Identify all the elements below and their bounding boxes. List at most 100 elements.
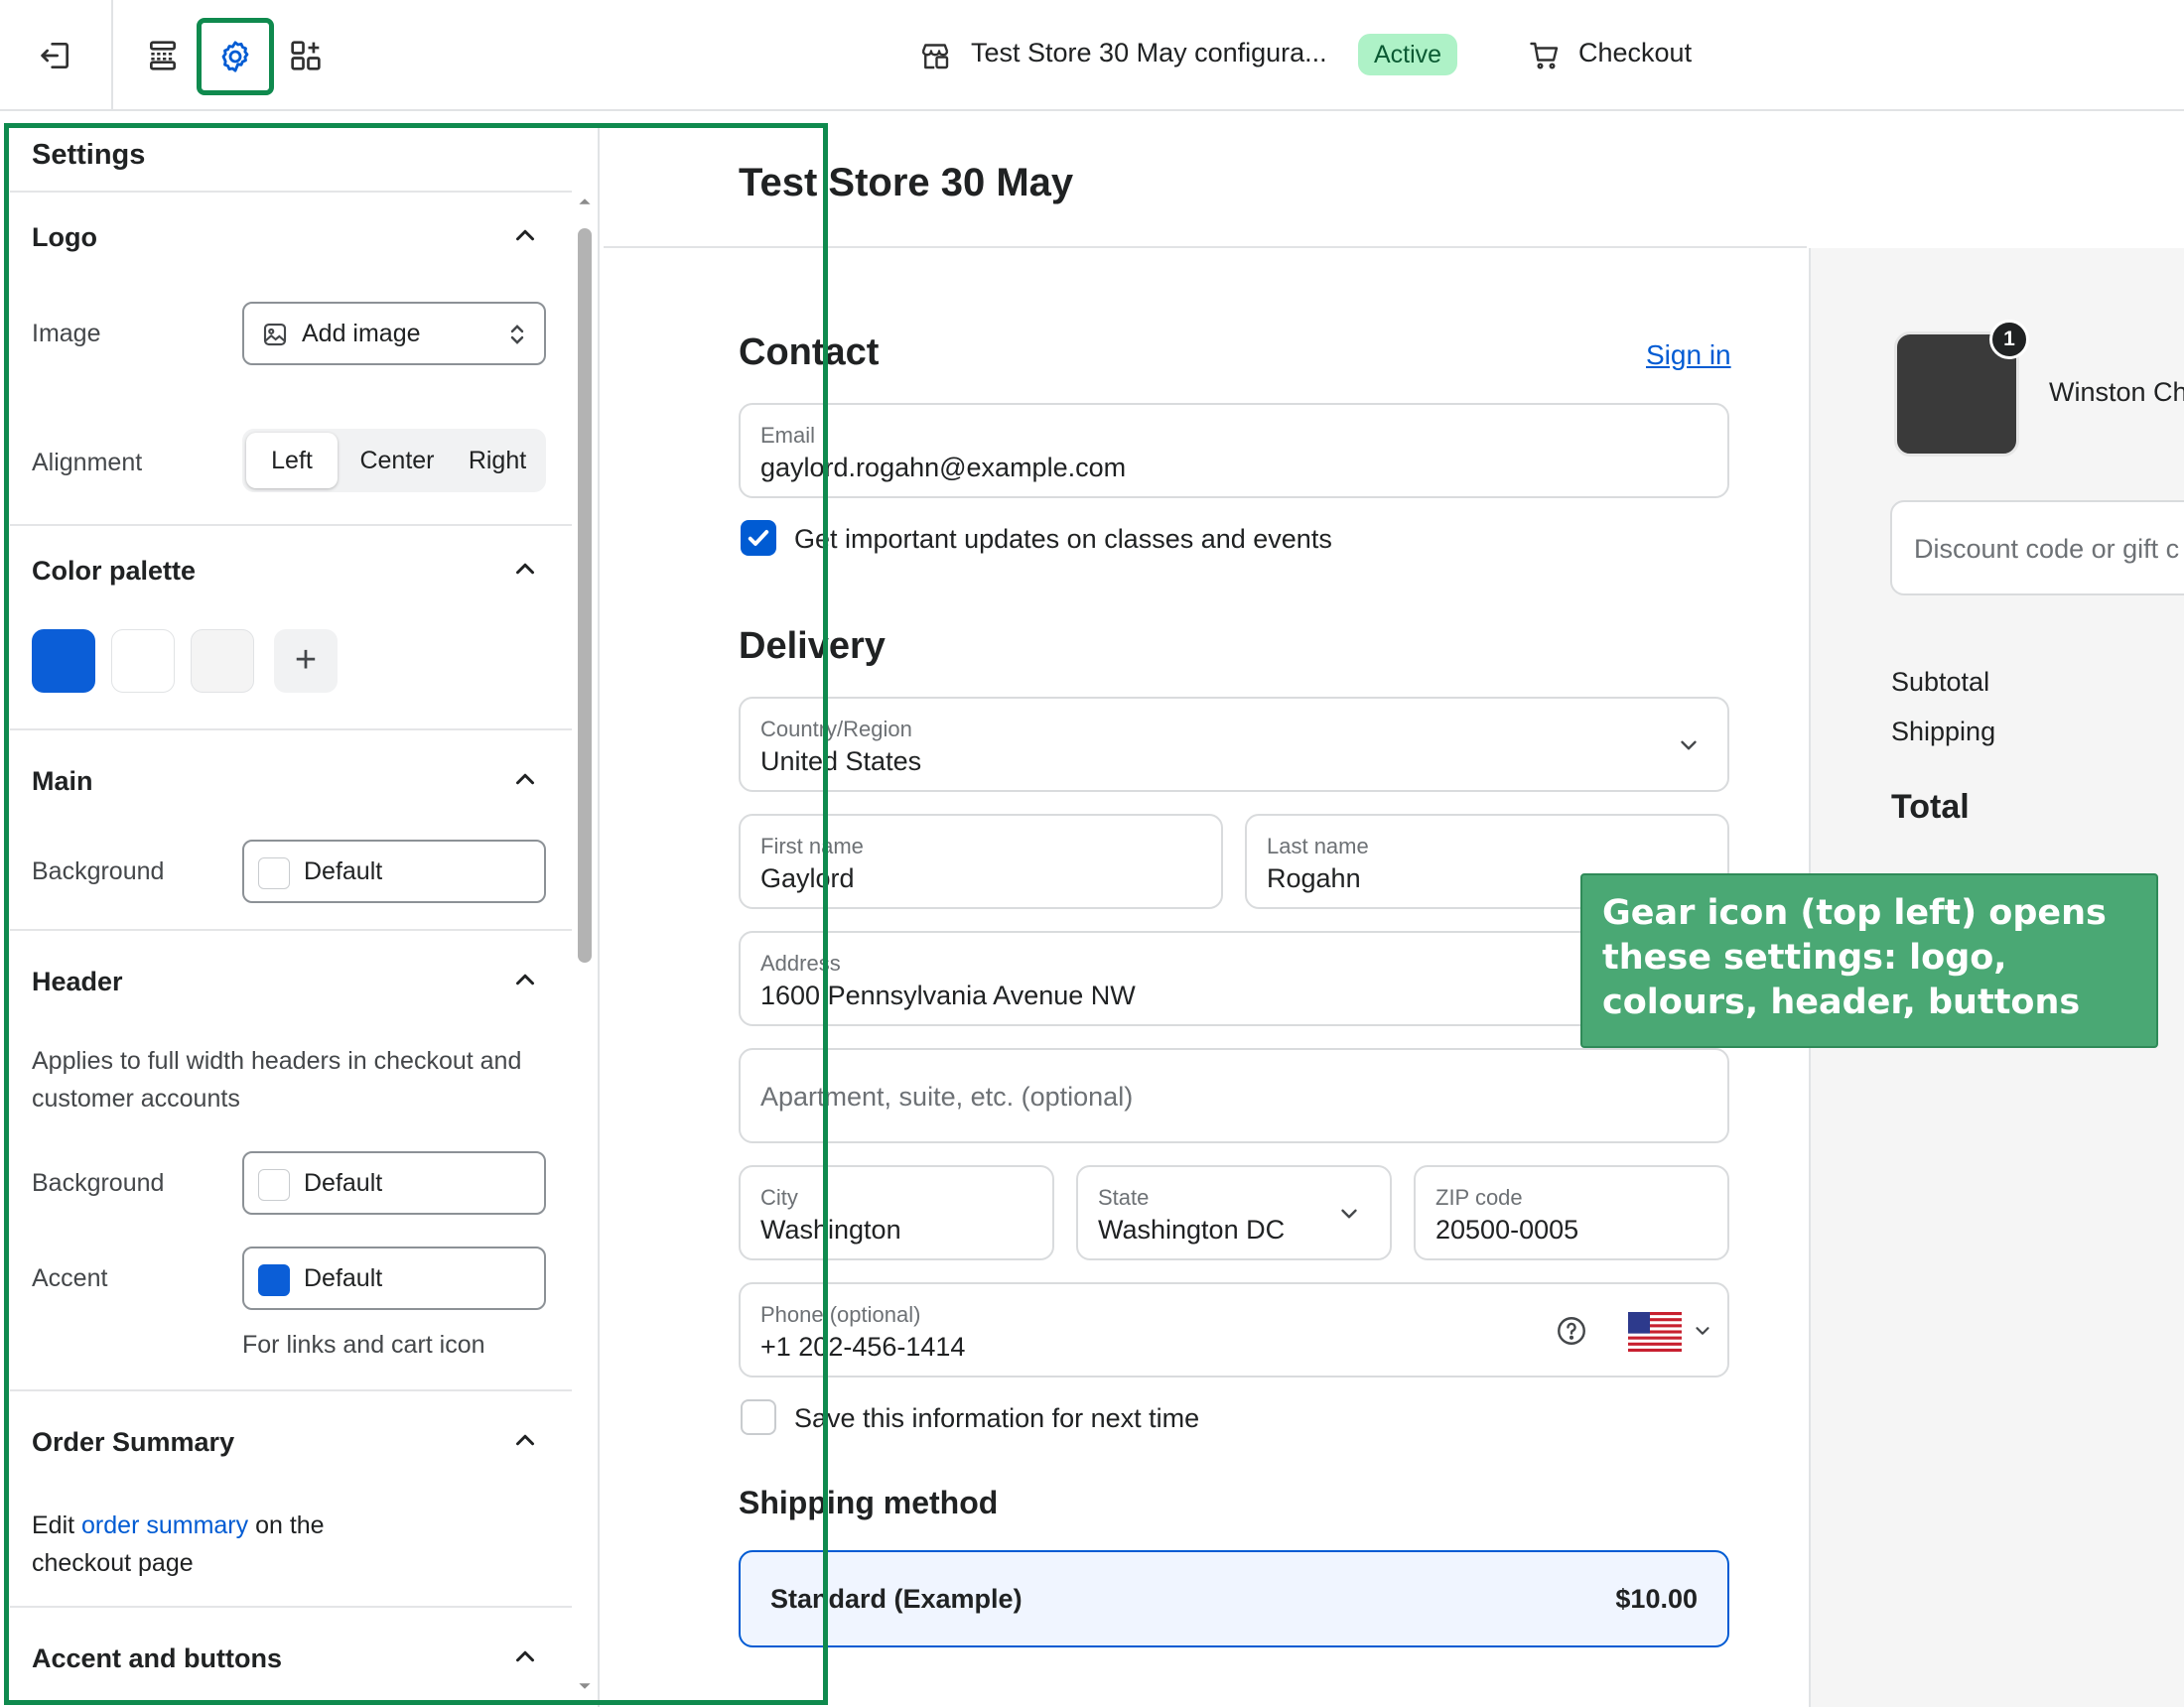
- apps-button[interactable]: [272, 22, 340, 89]
- toolbar-separator: [111, 0, 113, 111]
- sections-button[interactable]: [129, 22, 197, 89]
- status-badge: Active: [1358, 34, 1458, 75]
- address-value: 1600 Pennsylvania Avenue NW: [760, 981, 1136, 1010]
- subtotal-label: Subtotal: [1891, 667, 1990, 697]
- section-accent-buttons-title[interactable]: Accent and buttons: [32, 1643, 282, 1674]
- palette-swatch-white[interactable]: [111, 629, 175, 693]
- state-select[interactable]: State Washington DC: [1076, 1165, 1392, 1260]
- save-info-checkbox[interactable]: [741, 1399, 776, 1435]
- shipping-label: Shipping: [1891, 717, 1996, 746]
- country-label: Country/Region: [760, 717, 912, 741]
- accent-help-text: For links and cart icon: [242, 1331, 485, 1359]
- scroll-down-arrow-icon[interactable]: [578, 1679, 592, 1693]
- checkout-page-selector[interactable]: Checkout: [1578, 38, 1692, 68]
- zip-label: ZIP code: [1435, 1185, 1523, 1210]
- alignment-segmented-control: Left Center Right: [242, 429, 546, 492]
- header-background-select[interactable]: Default: [242, 1151, 546, 1215]
- contact-heading: Contact: [739, 331, 880, 373]
- order-summary-note-prefix: Edit: [32, 1511, 82, 1539]
- order-summary-link[interactable]: order summary: [81, 1511, 248, 1539]
- divider: [10, 191, 572, 193]
- chevron-up-icon[interactable]: [510, 1641, 540, 1671]
- divider: [10, 1606, 572, 1608]
- divider: [10, 728, 572, 730]
- image-label: Image: [32, 320, 101, 347]
- alignment-left-option[interactable]: Left: [246, 433, 338, 488]
- divider: [10, 929, 572, 931]
- shipping-option-standard[interactable]: Standard (Example) $10.00: [739, 1550, 1729, 1647]
- state-label: State: [1098, 1185, 1150, 1210]
- header-accent-select[interactable]: Default: [242, 1247, 546, 1310]
- chevron-up-icon[interactable]: [510, 965, 540, 994]
- updates-checkbox[interactable]: [741, 520, 776, 556]
- zip-value: 20500-0005: [1435, 1215, 1579, 1245]
- section-main-title[interactable]: Main: [32, 766, 93, 797]
- gear-icon: [221, 41, 249, 72]
- city-field[interactable]: City Washington: [739, 1165, 1054, 1260]
- city-value: Washington: [760, 1215, 901, 1245]
- phone-label: Phone (optional): [760, 1302, 921, 1327]
- sign-in-link[interactable]: Sign in: [1646, 339, 1731, 371]
- first-name-label: First name: [760, 834, 864, 858]
- phone-field[interactable]: Phone (optional) +1 202-456-1414: [739, 1282, 1729, 1378]
- alignment-label: Alignment: [32, 449, 143, 476]
- header-background-label: Background: [32, 1169, 165, 1197]
- header-description: Applies to full width headers in checkou…: [32, 1047, 522, 1113]
- annotation-callout: Gear icon (top left) opens these setting…: [1580, 873, 2158, 1048]
- first-name-field[interactable]: First name Gaylord: [739, 814, 1223, 909]
- section-color-palette-title[interactable]: Color palette: [32, 556, 196, 587]
- accent-color-swatch: [258, 1264, 290, 1296]
- alignment-center-option[interactable]: Center: [341, 433, 453, 488]
- settings-panel: Settings Logo Image Add image Alignment …: [4, 125, 600, 1707]
- us-flag-icon[interactable]: [1628, 1312, 1682, 1352]
- email-field[interactable]: Email gaylord.rogahn@example.com: [739, 403, 1729, 498]
- zip-field[interactable]: ZIP code 20500-0005: [1414, 1165, 1729, 1260]
- color-swatch: [258, 1169, 290, 1201]
- apartment-placeholder: Apartment, suite, etc. (optional): [760, 1082, 1134, 1112]
- section-order-summary-title[interactable]: Order Summary: [32, 1427, 234, 1458]
- section-header-title[interactable]: Header: [32, 967, 123, 997]
- select-arrows-icon: [510, 325, 524, 344]
- help-icon[interactable]: [1555, 1314, 1588, 1348]
- header-accent-label: Accent: [32, 1264, 108, 1292]
- scroll-up-arrow-icon[interactable]: [578, 195, 592, 208]
- palette-swatch-light-gray[interactable]: [191, 629, 254, 693]
- store-config-title: Test Store 30 May configura...: [971, 38, 1327, 67]
- phone-value: +1 202-456-1414: [760, 1332, 966, 1362]
- store-icon: [921, 44, 949, 69]
- city-label: City: [760, 1185, 798, 1210]
- chevron-up-icon[interactable]: [510, 554, 540, 584]
- section-logo-title[interactable]: Logo: [32, 222, 97, 253]
- country-value: United States: [760, 746, 922, 776]
- discount-code-input[interactable]: Discount code or gift c: [1890, 500, 2184, 595]
- shop-name: Test Store 30 May: [739, 161, 1074, 204]
- top-bar: Test Store 30 May configura... Active Ch…: [0, 0, 2184, 111]
- country-select[interactable]: Country/Region United States: [739, 697, 1729, 792]
- apps-icon: [291, 41, 321, 70]
- add-image-label: Add image: [302, 320, 421, 347]
- scrollbar-thumb[interactable]: [578, 228, 592, 963]
- palette-swatch-primary[interactable]: [32, 629, 95, 693]
- chevron-up-icon[interactable]: [510, 1425, 540, 1455]
- updates-label: Get important updates on classes and eve…: [794, 524, 1332, 554]
- email-value: gaylord.rogahn@example.com: [760, 453, 1127, 482]
- last-name-value: Rogahn: [1267, 863, 1361, 893]
- header-divider: [604, 246, 1807, 248]
- settings-gear-button[interactable]: [197, 18, 274, 95]
- main-background-select[interactable]: Default: [242, 840, 546, 903]
- exit-icon: [41, 43, 68, 68]
- image-icon: [263, 323, 287, 346]
- header-background-value: Default: [304, 1169, 383, 1197]
- apartment-field[interactable]: Apartment, suite, etc. (optional): [739, 1048, 1729, 1143]
- total-label: Total: [1891, 788, 1970, 826]
- exit-button[interactable]: [22, 22, 89, 89]
- chevron-down-icon: [1696, 1327, 1709, 1335]
- alignment-right-option[interactable]: Right: [453, 433, 542, 488]
- chevron-up-icon[interactable]: [510, 220, 540, 250]
- callout-text: Gear icon (top left) opens these setting…: [1602, 893, 2107, 1022]
- layout-sections-icon: [150, 41, 176, 70]
- add-color-button[interactable]: +: [274, 629, 338, 693]
- last-name-label: Last name: [1267, 834, 1369, 858]
- chevron-up-icon[interactable]: [510, 764, 540, 794]
- add-image-select[interactable]: Add image: [242, 302, 546, 365]
